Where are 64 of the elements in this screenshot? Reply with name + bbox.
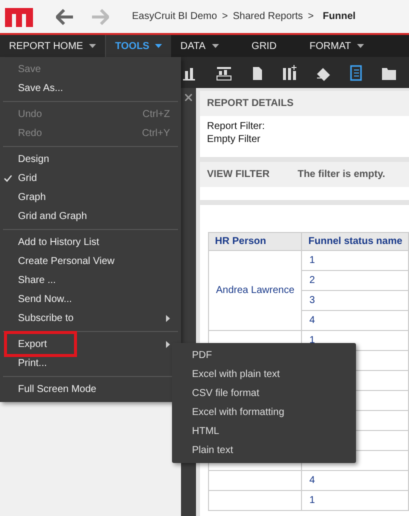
submenu-item[interactable]: Excel with formatting: [172, 403, 356, 422]
menu-item-label: Save: [18, 63, 42, 77]
column-header: Funnel status name: [302, 232, 409, 250]
shortcut-text: Ctrl+Y: [142, 127, 170, 141]
menu-item[interactable]: Add to History List: [3, 233, 178, 252]
menu-item[interactable]: Create Personal View: [3, 252, 178, 271]
menu-item[interactable]: Save As...: [3, 79, 178, 98]
shortcut-text: Ctrl+Z: [142, 108, 170, 122]
status-value: 1: [309, 335, 315, 346]
menu-item-label: Redo: [18, 127, 43, 141]
menu-item-label: Create Personal View: [18, 255, 116, 269]
nav-tab[interactable]: FORMAT: [300, 35, 374, 57]
menu-item[interactable]: Design: [3, 150, 178, 169]
filter-text: Empty Filter: [207, 133, 262, 146]
menu-item-label: Undo: [18, 108, 43, 122]
document-icon[interactable]: [348, 64, 364, 80]
menu-item[interactable]: Subscribe to: [3, 309, 178, 328]
nav-tab[interactable]: GRID: [228, 35, 301, 57]
submenu-item[interactable]: CSV file format: [172, 384, 356, 403]
menu-item-label: Add to History List: [18, 236, 100, 250]
status-value: 2: [309, 275, 315, 286]
view-filter-title: VIEW FILTER: [207, 168, 270, 182]
status-value: 3: [309, 295, 315, 306]
check-icon: [4, 175, 12, 182]
view-filter-text: The filter is empty.: [298, 168, 386, 182]
close-icon[interactable]: [185, 94, 192, 101]
menu-item-label: Print...: [18, 357, 48, 371]
report-details-title: REPORT DETAILS: [207, 97, 294, 111]
menu-item-label: Full Screen Mode: [18, 383, 98, 397]
breadcrumb-link[interactable]: Shared Reports: [232, 9, 303, 24]
menu-item-label: Export: [18, 338, 48, 352]
submenu-item[interactable]: Plain text: [172, 441, 356, 460]
menu-item-label: Subscribe to: [18, 312, 75, 326]
nav-tab[interactable]: DATA: [171, 35, 228, 57]
menu-item-label: Grid and Graph: [18, 210, 88, 224]
nav-tab[interactable]: REPORT HOME: [0, 35, 106, 57]
filter-text: Report Filter:: [207, 120, 266, 133]
submenu-item[interactable]: Excel with plain text: [172, 365, 356, 384]
back-arrow-icon[interactable]: [56, 8, 74, 24]
column-header: HR Person: [208, 232, 302, 250]
breadcrumb-separator: >: [308, 10, 314, 24]
menu-item[interactable]: Share ...: [3, 271, 178, 290]
status-value: 4: [309, 315, 315, 326]
nav-tab[interactable]: TOOLS: [106, 35, 172, 57]
menu-item-label: Grid: [18, 172, 38, 186]
menu-item[interactable]: Graph: [3, 188, 178, 207]
menu-item[interactable]: Grid: [3, 169, 178, 188]
breadcrumb-link[interactable]: EasyCruit BI Demo: [132, 9, 218, 24]
menu-item-label: Graph: [18, 191, 47, 205]
status-value: 1: [309, 495, 315, 506]
submenu-item[interactable]: HTML: [172, 422, 356, 441]
person-name: Andrea Lawrence: [216, 285, 294, 296]
status-value: 1: [309, 255, 315, 266]
menu-item-label: Save As...: [18, 82, 64, 96]
breadcrumb-current: Funnel: [322, 10, 356, 24]
menu-item-label: Design: [18, 153, 50, 167]
menu-item[interactable]: Send Now...: [3, 290, 178, 309]
chart-table-icon[interactable]: [216, 64, 232, 80]
menu-item-label: Share ...: [18, 274, 57, 288]
menu-item[interactable]: Grid and Graph: [3, 207, 178, 226]
menu-item-label: Send Now...: [18, 293, 73, 307]
breadcrumb-separator: >: [222, 10, 228, 24]
columns-add-icon[interactable]: [282, 64, 298, 80]
status-value: 4: [309, 475, 315, 486]
